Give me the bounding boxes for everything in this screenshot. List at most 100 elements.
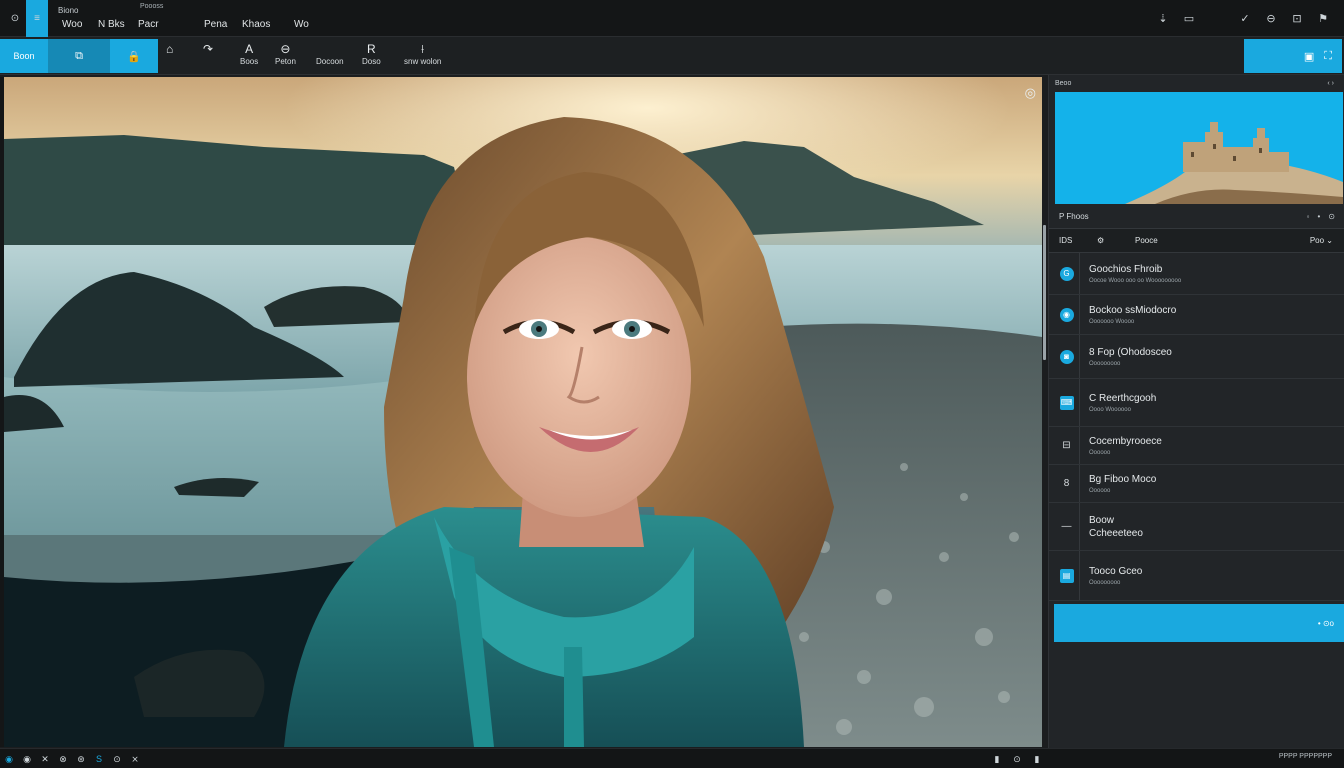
zoom-icon[interactable]: ⊙ <box>1010 752 1024 766</box>
target-icon[interactable]: ⊙ <box>1328 212 1335 221</box>
home-tool[interactable]: ⌂ <box>166 41 173 57</box>
x-icon[interactable]: ⨯ <box>128 752 142 766</box>
layer-type-icon: ◙ <box>1059 349 1074 364</box>
adjustment-icon: ⊟ <box>1062 440 1071 451</box>
castle-thumbnail <box>1055 92 1343 204</box>
layers-tool-button[interactable]: ⧉ <box>48 39 110 73</box>
export-tile[interactable]: ▣ ⛶ <box>1244 39 1342 73</box>
close-icon[interactable]: ✕ <box>38 752 52 766</box>
panel-icon[interactable]: ▭ <box>1176 8 1202 28</box>
s-icon[interactable]: S <box>92 752 106 766</box>
lock-tool-button[interactable]: 🔒 <box>110 39 158 73</box>
layer-name: 8 Fop (Ohodosceo <box>1089 346 1172 358</box>
filter-tool[interactable]: ⟊ snw wolon <box>404 41 441 66</box>
home-button[interactable]: Boon <box>0 39 48 73</box>
layer-subtitle: Ooooooo Woooo <box>1089 318 1135 325</box>
chevron-left-icon[interactable]: ‹ <box>1327 80 1329 87</box>
layer-name: C Reerthcgooh <box>1089 392 1157 404</box>
dot-icon[interactable]: • <box>1317 212 1320 221</box>
document-tool[interactable]: Docoon <box>316 41 344 66</box>
panel-action-button[interactable]: • ⊙o <box>1054 604 1344 642</box>
keyboard-icon: ⌨ <box>1059 395 1074 410</box>
bar-icon[interactable]: ▮ <box>990 752 1004 766</box>
home-icon: ⌂ <box>166 42 174 56</box>
image-canvas[interactable]: ◎ <box>4 77 1042 747</box>
layer-name: Bockoo ssMiodocro <box>1089 304 1177 316</box>
circle-icon[interactable]: ⊙ <box>110 752 124 766</box>
layer-text: Cocembyrooece Oooooo <box>1089 436 1162 456</box>
layer-row[interactable]: 8 Bg Fiboo Moco Oooooo <box>1049 465 1344 503</box>
minimize-icon[interactable]: ⊖ <box>1258 8 1284 28</box>
dot-small-icon[interactable]: ◦ <box>1307 212 1310 221</box>
layer-icon-cell: ⊟ <box>1054 427 1080 464</box>
menu-item-4[interactable]: Pena <box>204 19 227 30</box>
column-sort-dropdown[interactable]: Poo ⌄ <box>1310 236 1333 245</box>
filter-icon: ⟊ <box>421 42 425 56</box>
maximize-icon[interactable]: ⊡ <box>1284 8 1310 28</box>
download-icon[interactable]: ⇣ <box>1150 8 1176 28</box>
menu-item-3[interactable]: Pacr <box>138 19 159 30</box>
text-tool-label: Boos <box>240 57 259 66</box>
layer-subtitle: Oooo Woooooo <box>1089 406 1131 413</box>
settings-icon[interactable]: ⚙ <box>1097 236 1104 245</box>
layer-icon-cell: ⌨ <box>1054 379 1080 426</box>
column-ids[interactable]: IDS <box>1059 236 1072 245</box>
layer-row[interactable]: G Goochios Fhroib Oocoe Wooo ooo oo Wooo… <box>1049 253 1344 295</box>
menu-item-6[interactable]: Wo <box>294 19 309 30</box>
layer-row[interactable]: ▤ Tooco Gceo Ooooooooo <box>1049 551 1344 601</box>
layer-subtitle: Oooooo <box>1089 487 1111 494</box>
layers-title-bar: P Fhoos ◦ • ⊙ <box>1049 205 1344 229</box>
workspace-label: Biono <box>58 5 78 16</box>
menu-item-2[interactable]: N Bks <box>98 19 125 30</box>
flag-icon[interactable]: ⚑ <box>1310 8 1336 28</box>
redo-tool[interactable]: ↷ <box>203 41 213 57</box>
text-tool[interactable]: A Boos <box>240 41 258 66</box>
right-panel: Beoo ‹ › P Fhoos ◦ • ⊙ IDS ⚙ Pooce Poo ⌄… <box>1048 75 1344 748</box>
layer-row[interactable]: ⌨ C Reerthcgooh Oooo Woooooo <box>1049 379 1344 427</box>
layer-list-icon: ▤ <box>1059 568 1074 583</box>
status-info: PPPP PPPPPPP <box>1278 753 1332 760</box>
redo-icon: ↷ <box>203 42 214 56</box>
layer-icon-cell: — <box>1054 503 1080 550</box>
layer-text: C Reerthcgooh Oooo Woooooo <box>1089 393 1156 413</box>
document-tab[interactable]: Poooss <box>140 3 163 10</box>
view-toggle-icon[interactable]: ◎ <box>1025 85 1036 101</box>
shape-tool-label: Peton <box>275 57 296 66</box>
layer-row[interactable]: ◉ Bockoo ssMiodocro Ooooooo Woooo <box>1049 295 1344 335</box>
cancel-icon[interactable]: ⊗ <box>56 752 70 766</box>
dash-icon: — <box>1061 521 1072 532</box>
layer-name: Bg Fiboo Moco <box>1089 473 1157 485</box>
retouch-tool[interactable]: R Doso <box>362 41 381 66</box>
layer-text: Goochios Fhroib Oocoe Wooo ooo oo Wooooo… <box>1089 264 1181 284</box>
save-icon[interactable]: ▣ <box>1304 50 1314 63</box>
layer-row[interactable]: ⊟ Cocembyrooece Oooooo <box>1049 427 1344 465</box>
record-icon[interactable]: ◉ <box>2 752 16 766</box>
layers-title: P Fhoos <box>1059 212 1089 221</box>
check-icon[interactable]: ✓ <box>1232 8 1258 28</box>
target-icon[interactable]: ◉ <box>20 752 34 766</box>
toolbar: Boon ⧉ 🔒 ⌂ ↷ A Boos ⊖ Peton Docoon R Dos… <box>0 37 1344 75</box>
layer-subtitle: Ooooooooo <box>1089 360 1121 367</box>
star-icon[interactable]: ⊛ <box>74 752 88 766</box>
retouch-tool-label: Doso <box>362 57 381 66</box>
bar-icon[interactable]: ▮ <box>1030 752 1044 766</box>
shape-tool[interactable]: ⊖ Peton <box>275 41 296 66</box>
layer-subtitle: Oooooo <box>1089 449 1111 456</box>
menu-item-5[interactable]: Khaos <box>242 19 270 30</box>
menu-bar: ⊙ ≡ Biono Poooss Woo N Bks Pacr Pena Kha… <box>0 0 1344 37</box>
navigator-preview[interactable] <box>1055 92 1343 204</box>
chevron-right-icon[interactable]: › <box>1332 80 1334 87</box>
layer-row[interactable]: — Boow Ccheeeteeo <box>1049 503 1344 551</box>
canvas-scrollbar[interactable] <box>1043 225 1046 360</box>
layer-text: Tooco Gceo Ooooooooo <box>1089 566 1142 586</box>
column-name[interactable]: Pooce <box>1135 236 1158 245</box>
navigator-title: Beoo <box>1055 79 1072 87</box>
navigator-arrows: ‹ › <box>1327 80 1334 87</box>
fullscreen-icon[interactable]: ⛶ <box>1324 50 1332 63</box>
layer-number-icon: 8 <box>1063 478 1070 489</box>
active-workspace-tile[interactable]: ≡ <box>26 0 48 37</box>
app-menu-icon[interactable]: ⊙ <box>4 0 26 37</box>
layer-row[interactable]: ◙ 8 Fop (Ohodosceo Ooooooooo <box>1049 335 1344 379</box>
layer-subtitle: Ooooooooo <box>1089 579 1121 586</box>
menu-item-1[interactable]: Woo <box>62 19 82 30</box>
